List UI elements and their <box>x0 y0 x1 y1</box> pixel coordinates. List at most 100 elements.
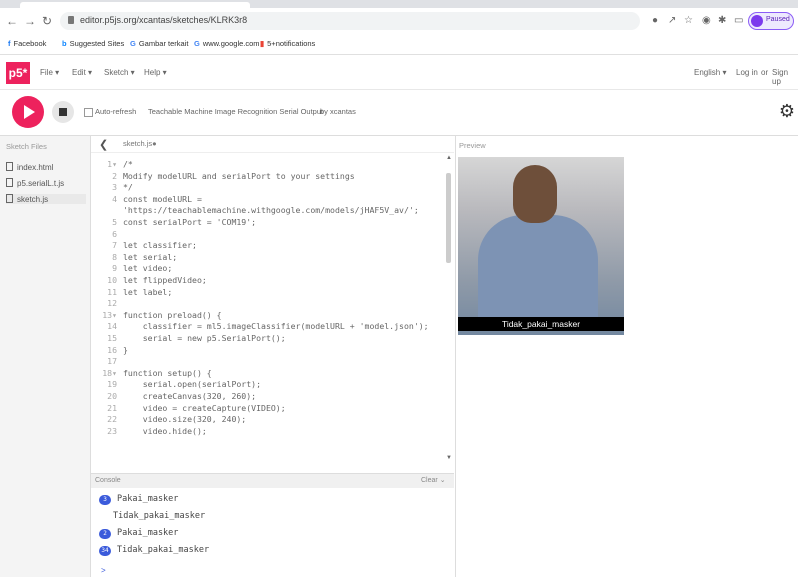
line-number: 15 <box>107 333 117 343</box>
menu-file[interactable]: File ▾ <box>40 68 59 77</box>
auto-refresh-label: Auto-refresh <box>95 107 137 116</box>
console-entry: 2 Pakai_masker <box>99 528 178 539</box>
sidebar-title: Sketch Files <box>6 142 47 151</box>
sketch-files-sidebar: Sketch Files index.html p5.serialL.t.js … <box>0 136 91 577</box>
chevron-down-icon[interactable]: ⌄ <box>440 477 446 484</box>
file-sketch-js[interactable]: sketch.js <box>6 194 86 204</box>
line-number: 23 <box>107 425 117 436</box>
line-number: 14 <box>107 321 117 332</box>
console-entry: 34 Tidak_pakai_masker <box>99 545 209 556</box>
bookmark-gambar-terkait[interactable]: G Gambar terkait <box>130 39 188 48</box>
scroll-down-icon[interactable]: ▼ <box>446 455 452 461</box>
sketch-toolbar: Auto-refresh Teachable Machine Image Rec… <box>0 90 798 136</box>
sidepanel-icon[interactable]: ▭ <box>734 15 743 26</box>
p5-navbar: p5* File ▾ Edit ▾ Sketch ▾ Help ▾ Englis… <box>0 55 798 90</box>
file-index-html[interactable]: index.html <box>6 162 86 172</box>
key-icon[interactable]: ● <box>652 15 658 26</box>
line-number: 7 <box>112 240 117 251</box>
line-number: 16 <box>107 344 117 355</box>
line-number: 18▾ <box>102 367 117 378</box>
console-prompt[interactable]: > <box>101 566 106 575</box>
sketch-name[interactable]: Teachable Machine Image Recognition Seri… <box>148 107 323 116</box>
stop-button[interactable] <box>52 101 74 123</box>
line-number: 12 <box>107 298 117 309</box>
line-number: 2 <box>112 170 117 181</box>
bookmarks-bar: f Facebook b Suggested Sites G Gambar terka… <box>0 34 798 55</box>
code-text: let classifier; <box>123 240 197 251</box>
code-text: serial = new p5.SerialPort(); <box>123 333 286 343</box>
line-number: 4 <box>112 193 117 204</box>
console-header: Console Clear ⌄ <box>91 473 454 488</box>
code-text: function preload() { <box>123 309 222 320</box>
code-text: Modify modelURL and serialPort to your s… <box>123 170 355 181</box>
reload-icon[interactable]: ↻ <box>42 15 52 27</box>
line-number: 5 <box>112 217 117 227</box>
avatar <box>751 15 763 27</box>
share-icon[interactable]: ↗ <box>668 15 676 26</box>
facebook-icon: f <box>8 39 11 48</box>
console-entry-text: Tidak_pakai_masker <box>117 545 210 555</box>
console-entry-text: Pakai_masker <box>117 494 179 504</box>
code-text: video = createCapture(VIDEO); <box>123 402 286 413</box>
star-icon[interactable]: ☆ <box>684 15 693 26</box>
notification-icon: ▮ <box>260 39 265 48</box>
code-editor[interactable]: ▲ ▼ 1▾ /* 2 Modify modelURL and serialPort … <box>91 153 454 465</box>
puzzle-icon[interactable]: ✱ <box>718 15 726 26</box>
editor-header: ❮ sketch.js● <box>91 136 454 153</box>
extension-icon[interactable]: ◉ <box>702 15 711 26</box>
url-input[interactable]: editor.p5js.org/xcantas/sketches/KLRK3r8 <box>60 12 640 30</box>
back-icon[interactable]: ← <box>6 15 18 27</box>
code-text: let flippedVideo; <box>123 275 207 285</box>
console-title: Console <box>95 477 121 484</box>
bookmark-suggested-sites[interactable]: b Suggested Sites <box>62 39 124 48</box>
auto-refresh-checkbox[interactable] <box>84 108 93 117</box>
code-text: classifier = ml5.imageClassifier(modelUR… <box>123 321 429 332</box>
editor-scrollbar[interactable] <box>446 173 451 263</box>
console-clear-button[interactable]: Clear ⌄ <box>421 476 446 484</box>
person-image <box>478 215 598 325</box>
menu-sketch[interactable]: Sketch ▾ <box>104 68 135 77</box>
signup-link[interactable]: Sign up <box>772 68 798 86</box>
login-link[interactable]: Log in <box>736 68 758 77</box>
code-text: video.hide(); <box>123 425 207 436</box>
line-number: 13▾ <box>102 309 117 320</box>
bookmark-google[interactable]: Gwww.google.com <box>194 39 260 48</box>
console-entry-text: Pakai_masker <box>117 528 179 538</box>
forward-icon[interactable]: → <box>24 15 36 27</box>
repeat-count-badge: 2 <box>99 529 111 539</box>
code-text: let label; <box>123 286 173 297</box>
sketch-author[interactable]: by xcantas <box>320 107 356 116</box>
profile-button[interactable]: Paused <box>748 12 794 30</box>
code-text: let video; <box>123 263 173 274</box>
file-icon <box>6 194 13 203</box>
bookmark-notifications[interactable]: ▮ 5+notifications <box>260 39 315 48</box>
editor-file-tab[interactable]: sketch.js● <box>123 139 157 148</box>
menu-edit[interactable]: Edit ▾ <box>72 68 92 77</box>
console-entry: 3 Pakai_masker <box>99 494 178 505</box>
google-icon: G <box>194 39 200 48</box>
console-panel: > 3 Pakai_masker Tidak_pakai_masker 2 Pakai_… <box>91 488 454 577</box>
settings-gear-icon[interactable]: ⚙ <box>777 101 797 121</box>
preview-title: Preview <box>459 141 486 150</box>
code-text: serial.open(serialPort); <box>123 379 262 390</box>
collapse-sidebar-icon[interactable]: ❮ <box>99 138 108 151</box>
line-number: 19 <box>107 379 117 390</box>
bookmark-facebook[interactable]: f Facebook <box>8 39 46 48</box>
scroll-up-icon[interactable]: ▲ <box>446 155 452 161</box>
menu-help[interactable]: Help ▾ <box>144 68 167 77</box>
browser-tab-strip <box>0 0 798 8</box>
repeat-count-badge: 3 <box>99 495 111 505</box>
p5-logo[interactable]: p5* <box>6 62 30 84</box>
code-text: let serial; <box>123 251 178 262</box>
google-icon: G <box>130 39 136 48</box>
console-entry: Tidak_pakai_masker <box>113 511 205 521</box>
language-selector[interactable]: English ▾ <box>694 68 726 77</box>
file-p5-serial[interactable]: p5.serialL.t.js <box>6 178 86 188</box>
url-text: editor.p5js.org/xcantas/sketches/KLRK3r8 <box>80 15 248 25</box>
webcam-canvas: Tidak_pakai_masker <box>458 157 624 335</box>
address-bar: ← → ↻ editor.p5js.org/xcantas/sketches/K… <box>0 8 798 34</box>
line-number: 11 <box>107 286 117 297</box>
code-text: const modelURL = <box>123 193 202 204</box>
play-button[interactable] <box>12 96 44 128</box>
line-number: 21 <box>107 402 117 413</box>
